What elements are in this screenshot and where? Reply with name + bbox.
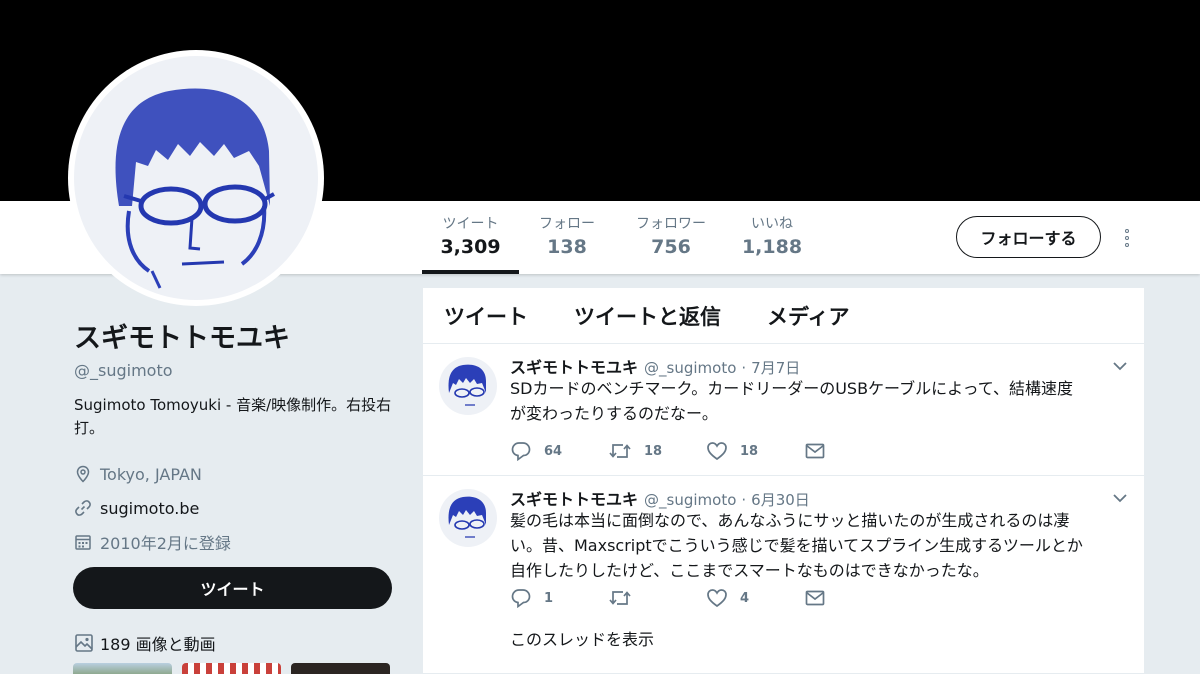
separator-dot: · [741, 359, 747, 377]
calendar-icon [75, 535, 91, 550]
separator-dot: · [741, 491, 747, 509]
like-count: 18 [740, 443, 759, 459]
media-thumbnail[interactable] [73, 663, 172, 674]
like-count: 4 [740, 590, 750, 606]
reply-icon [511, 442, 531, 461]
direct-message-button[interactable] [804, 588, 902, 608]
tweet-text-line: 髪の毛は本当に面倒なので、あんなふうにサッと描いたのが生成されるのは凄 [510, 511, 1070, 530]
like-button[interactable]: 4 [706, 588, 804, 608]
reply-icon [511, 589, 531, 608]
show-thread-link[interactable]: このスレッドを表示 [510, 626, 654, 650]
like-button[interactable]: 18 [706, 441, 804, 461]
retweet-button[interactable]: 18 [608, 441, 706, 461]
reply-button[interactable]: 64 [510, 441, 608, 461]
profile-avatar[interactable] [68, 50, 324, 306]
stat-likes[interactable]: いいね 1,188 [727, 201, 817, 274]
joined-text: 2010年2月に登録 [100, 534, 231, 553]
tweet-text: 髪の毛は本当に面倒なので、あんなふうにサッと描いたのが生成されるのは凄 い。昔、… [510, 508, 1120, 583]
stat-label: フォロワー [636, 216, 706, 232]
retweet-icon [609, 591, 631, 605]
tweet-author-handle[interactable]: @_sugimoto [644, 359, 736, 377]
tweet-actions: 1 4 [510, 588, 902, 608]
media-thumbnail[interactable] [182, 663, 281, 674]
stat-label: いいね [751, 216, 793, 232]
stat-followers[interactable]: フォロワー 756 [615, 201, 727, 274]
timeline-tabs: ツイート ツイートと返信 メディア [423, 288, 1144, 344]
location-text: Tokyo, JAPAN [100, 464, 202, 484]
stat-value: 3,309 [440, 236, 501, 258]
heart-icon [707, 442, 727, 461]
reply-count: 1 [544, 590, 554, 606]
tweet-text-line: が変わったりするのだなー。 [510, 404, 718, 423]
timeline: ツイート ツイートと返信 メディア スギモトトモユキ @_sugimoto · … [423, 288, 1144, 674]
tweet-text-line: 自作したりしたけど、ここまでスマートなものはできなかったな。 [510, 561, 989, 580]
profile-location: Tokyo, JAPAN [74, 457, 394, 491]
tweet-date[interactable]: 6月30日 [751, 489, 810, 510]
tweet-header: スギモトトモユキ @_sugimoto · 6月30日 [510, 486, 1120, 510]
profile-handle[interactable]: @_sugimoto [74, 361, 394, 380]
profile-name: スギモトトモユキ [74, 323, 290, 354]
tweet-text-line: い。昔、Maxscriptでこういう感じで髪を描いてスプライン生成するツールとか [510, 536, 1083, 555]
tweet-text-line: SDカードのベンチマーク。カードリーダーのUSBケーブルによって、結構速度 [510, 379, 1074, 398]
profile-card: スギモトトモユキ @_sugimoto Sugimoto Tomoyuki - … [74, 316, 394, 559]
stat-value: 756 [651, 236, 691, 258]
more-options-icon[interactable] [1118, 226, 1136, 250]
direct-message-button[interactable] [804, 441, 902, 461]
heart-icon [707, 589, 727, 608]
tweet-body: スギモトトモユキ @_sugimoto · 7月7日 SDカードのベンチマーク。… [510, 354, 1120, 426]
tweet-author-name[interactable]: スギモトトモユキ [510, 354, 638, 378]
tweet-author-name[interactable]: スギモトトモユキ [510, 486, 638, 510]
tweet-item[interactable]: スギモトトモユキ @_sugimoto · 7月7日 SDカードのベンチマーク。… [423, 344, 1144, 476]
retweet-button[interactable] [608, 588, 706, 608]
tab-media[interactable]: メディア [767, 301, 850, 331]
tab-tweets[interactable]: ツイート [444, 301, 528, 331]
reply-button[interactable]: 1 [510, 588, 608, 608]
reply-count: 64 [544, 443, 563, 459]
tweet-text: SDカードのベンチマーク。カードリーダーのUSBケーブルによって、結構速度 が変… [510, 376, 1120, 426]
website-link[interactable]: sugimoto.be [100, 499, 199, 518]
stat-tweets[interactable]: ツイート 3,309 [422, 201, 519, 274]
tweet-avatar[interactable] [439, 357, 497, 415]
profile-website[interactable]: sugimoto.be [74, 491, 394, 525]
media-thumbnails [73, 663, 390, 674]
retweet-icon [609, 444, 631, 458]
stat-following[interactable]: フォロー 138 [519, 201, 615, 274]
stat-value: 138 [547, 236, 587, 258]
profile-meta: Tokyo, JAPAN sugimoto.be 2010年2月に登録 [74, 457, 394, 559]
profile-joined: 2010年2月に登録 [74, 525, 394, 559]
envelope-icon [805, 590, 825, 606]
profile-stats: ツイート 3,309 フォロー 138 フォロワー 756 いいね 1,188 [422, 201, 817, 274]
tweet-header: スギモトトモユキ @_sugimoto · 7月7日 [510, 354, 1120, 378]
image-icon [75, 634, 93, 652]
media-thumbnail[interactable] [291, 663, 390, 674]
chevron-down-icon[interactable] [1112, 490, 1128, 506]
link-icon [75, 500, 91, 516]
stat-label: フォロー [539, 216, 595, 232]
tweet-date[interactable]: 7月7日 [751, 357, 800, 378]
tweet-body: スギモトトモユキ @_sugimoto · 6月30日 髪の毛は本当に面倒なので… [510, 486, 1120, 583]
chevron-down-icon[interactable] [1112, 358, 1128, 374]
stat-value: 1,188 [741, 236, 803, 258]
stat-label: ツイート [442, 216, 499, 232]
tweet-avatar[interactable] [439, 489, 497, 547]
avatar-image [74, 56, 318, 300]
tweet-author-handle[interactable]: @_sugimoto [644, 491, 736, 509]
tweet-actions: 64 18 18 [510, 441, 902, 461]
media-label: 189 画像と動画 [100, 635, 216, 654]
photos-videos-link[interactable]: 189 画像と動画 [74, 631, 216, 655]
profile-bio: Sugimoto Tomoyuki - 音楽/映像制作。右投右打。 [74, 396, 392, 437]
tweet-item[interactable]: スギモトトモユキ @_sugimoto · 6月30日 髪の毛は本当に面倒なので… [423, 476, 1144, 674]
retweet-count: 18 [644, 443, 663, 459]
envelope-icon [805, 443, 825, 459]
follow-button[interactable]: フォローする [956, 216, 1101, 258]
tab-tweets-replies[interactable]: ツイートと返信 [574, 301, 721, 331]
tweet-to-button[interactable]: ツイート [73, 567, 392, 609]
location-pin-icon [76, 465, 90, 483]
